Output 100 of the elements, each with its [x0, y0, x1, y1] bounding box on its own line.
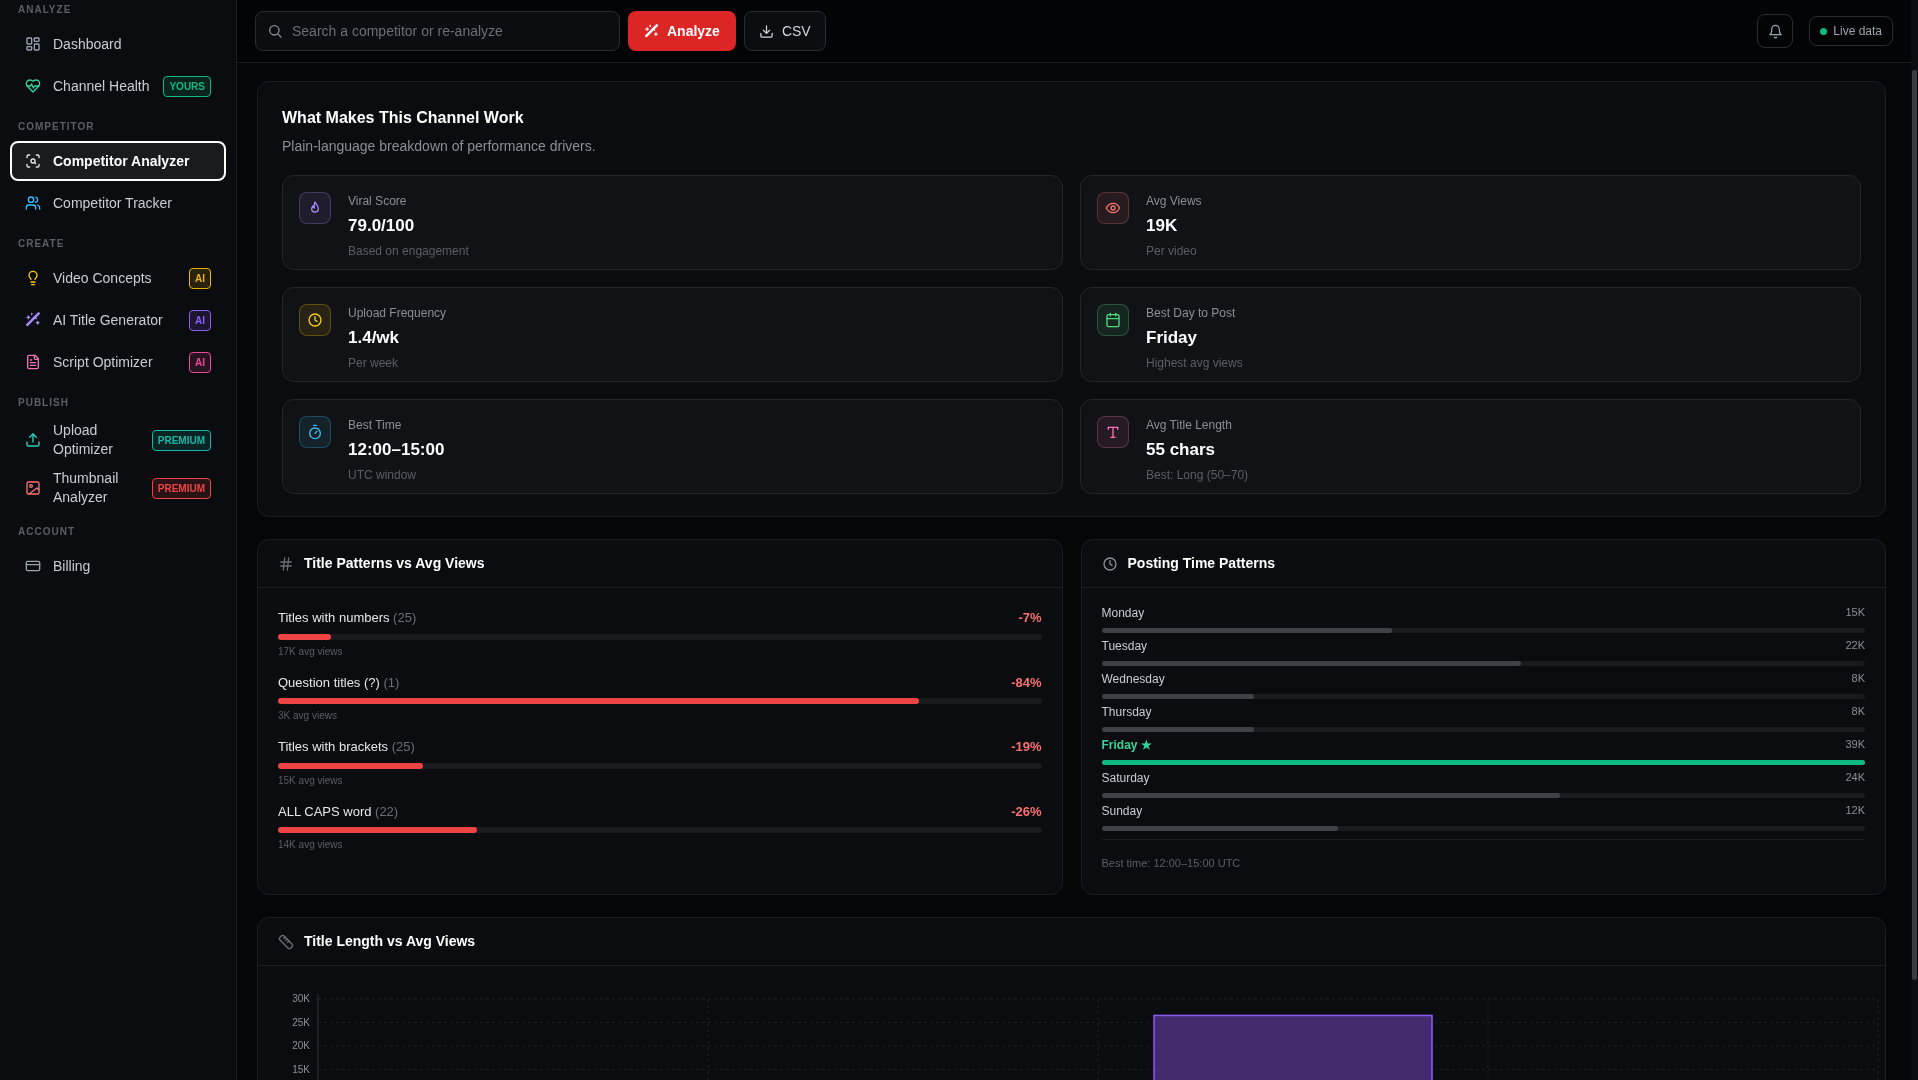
calendar-icon [1105, 312, 1121, 328]
sidebar-item[interactable]: Upload Optimizer PREMIUM [10, 417, 226, 463]
badge: PREMIUM [151, 429, 211, 451]
credit-card-icon [25, 558, 41, 574]
section-heading: CREATE [17, 237, 66, 251]
metric-note: Highest avg views [1146, 354, 1243, 372]
day-value: 8K [1851, 671, 1865, 686]
metric-label: Viral Score [348, 193, 408, 210]
heart-pulse-icon [25, 78, 41, 94]
change-value: -7% [1018, 609, 1042, 627]
metric-note: Per video [1146, 242, 1198, 260]
scan-search-icon [25, 153, 41, 169]
bell-icon [1767, 23, 1783, 39]
document-icon [25, 354, 41, 370]
eye-icon [1105, 200, 1121, 216]
magic-wand-icon [644, 23, 659, 39]
sidebar-item[interactable]: Thumbnail Analyzer PREMIUM [10, 465, 226, 511]
day-label: Saturday [1101, 770, 1150, 787]
section-heading: ANALYZE [17, 3, 73, 17]
day-value: 24K [1845, 770, 1865, 785]
metric-value: 79.0/100 [348, 215, 416, 237]
change-value: -26% [1011, 802, 1042, 821]
day-label: Wednesday [1101, 671, 1165, 688]
lightbulb-icon [25, 270, 41, 286]
pattern-note: 17K avg views [278, 644, 344, 659]
tick-label: 25K [292, 1016, 310, 1028]
metric-value: 1.4/wk [348, 327, 401, 349]
pattern-label: Question titles (?) (1) [278, 673, 400, 692]
tick-label: 15K [292, 1063, 310, 1075]
live-data-badge: Live data [1809, 16, 1893, 46]
upload-icon [25, 432, 41, 448]
badge: PREMIUM [151, 477, 211, 499]
metric-label: Upload Frequency [348, 305, 447, 322]
day-value: 22K [1845, 638, 1865, 653]
section-heading: ACCOUNT [17, 525, 76, 539]
day-label: Sunday [1101, 803, 1143, 820]
search-icon [267, 23, 283, 39]
ruler-icon [278, 933, 294, 950]
notifications-button[interactable] [1757, 14, 1794, 48]
section-title: What Makes This Channel Work [282, 108, 525, 128]
panel-title: Posting Time Patterns [1127, 554, 1276, 573]
tick-label: 20K [292, 1040, 310, 1051]
badge: YOURS [163, 75, 211, 97]
section-heading: PUBLISH [17, 396, 70, 410]
metric-note: Per week [348, 354, 400, 372]
metric-note: Based on engagement [348, 242, 469, 260]
sidebar-item[interactable]: AI Title Generator AI [10, 300, 226, 340]
pattern-note: 15K avg views [278, 773, 344, 788]
change-value: -19% [1011, 738, 1042, 756]
day-label: Monday [1101, 605, 1145, 622]
scrollbar[interactable] [1911, 0, 1918, 1080]
metric-value: 12:00–15:00 [348, 439, 445, 461]
footer-note: Best time: 12:00–15:00 UTC [1101, 857, 1241, 869]
sidebar-item[interactable]: Channel Health YOURS [10, 66, 226, 106]
sidebar-item[interactable]: Dashboard [10, 24, 226, 64]
panel-title: Title Patterns vs Avg Views [304, 554, 485, 573]
section-subtitle: Plain-language breakdown of performance drivers. [282, 137, 597, 156]
panel-title: Title Length vs Avg Views [304, 932, 476, 951]
csv-button[interactable]: CSV [743, 11, 826, 51]
sidebar-item[interactable]: Video Concepts AI [10, 258, 226, 298]
sidebar-item[interactable]: Competitor Tracker [10, 183, 226, 223]
day-value: 12K [1845, 803, 1865, 818]
clock-icon [1101, 555, 1118, 572]
metric-label: Avg Title Length [1146, 417, 1233, 434]
image-icon [25, 480, 41, 496]
text-icon [1105, 424, 1121, 440]
section-heading: COMPETITOR [17, 120, 96, 134]
hash-icon [278, 555, 294, 572]
pattern-note: 14K avg views [278, 838, 344, 852]
day-value: 8K [1851, 704, 1865, 719]
day-label: Tuesday [1101, 638, 1148, 655]
clock-icon [307, 312, 323, 328]
change-value: -84% [1011, 673, 1042, 692]
grid-icon [25, 36, 41, 52]
day-label: Thursday [1101, 704, 1152, 721]
search-field[interactable]: Search a competitor or re-analyze [255, 11, 620, 51]
metric-value: Friday [1146, 327, 1199, 349]
metric-note: UTC window [348, 466, 417, 484]
pattern-label: ALL CAPS word (22) [278, 802, 399, 821]
stopwatch-icon [307, 424, 323, 440]
metric-value: 19K [1146, 215, 1179, 237]
badge: AI [189, 309, 211, 331]
magic-wand-icon [25, 312, 41, 328]
tick-label: 30K [292, 993, 310, 1004]
users-icon [25, 195, 41, 211]
download-icon [758, 23, 774, 39]
metric-label: Best Time [348, 417, 403, 434]
analyze-button[interactable]: Analyze [628, 11, 736, 51]
metric-value: 55 chars [1146, 439, 1216, 461]
sidebar-item[interactable]: Billing [10, 546, 226, 586]
pattern-label: Titles with numbers (25) [278, 609, 417, 627]
day-label: Friday ★ [1101, 737, 1152, 754]
sidebar-item[interactable]: Script Optimizer AI [10, 342, 226, 382]
day-value: 39K [1845, 737, 1865, 752]
day-value: 15K [1845, 605, 1865, 620]
metric-label: Best Day to Post [1146, 305, 1237, 322]
sidebar-item[interactable]: Competitor Analyzer [10, 141, 226, 181]
pattern-note: 3K avg views [278, 709, 338, 723]
badge: AI [189, 267, 211, 289]
pattern-label: Titles with brackets (25) [278, 738, 415, 756]
